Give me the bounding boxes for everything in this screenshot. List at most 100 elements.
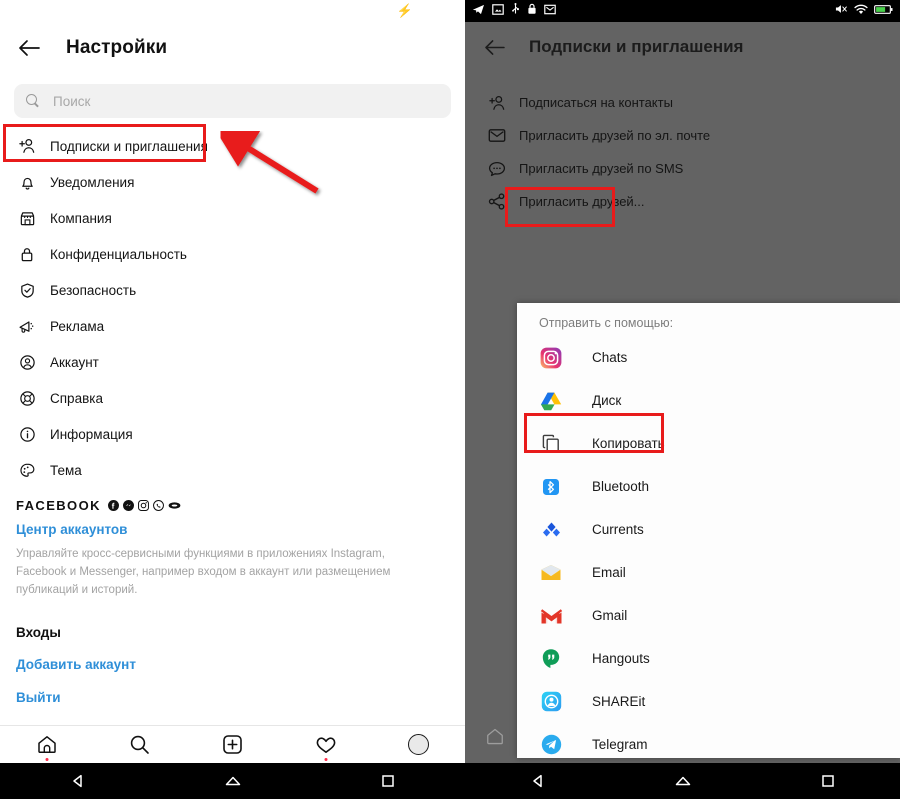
sidebar-item-help[interactable]: Справка: [0, 380, 465, 416]
menu-item-invite-friends-share[interactable]: Пригласить друзей...: [465, 185, 900, 218]
menu-item-label: Пригласить друзей по эл. почте: [519, 128, 711, 143]
share-icon: [487, 192, 507, 212]
heart-badge-dot: [324, 757, 327, 761]
screenshot-root: ⚡ Настройки Поиск Подписки и приглашения: [0, 0, 900, 799]
home-icon-behind-sheet: [485, 727, 505, 751]
share-target-email[interactable]: Email: [517, 551, 900, 594]
lightning-bolt-icon: ⚡: [396, 3, 413, 18]
search-icon[interactable]: [123, 730, 157, 760]
storefront-icon: [16, 207, 38, 229]
usb-icon: [511, 2, 520, 20]
sidebar-item-about[interactable]: Информация: [0, 416, 465, 452]
facebook-label: FACEBOOK: [16, 498, 101, 513]
share-target-list: Chats Диск Копировать Bluetooth Currents…: [517, 336, 900, 758]
menu-item-label: Пригласить друзей по SMS: [519, 161, 684, 176]
currents-icon: [539, 518, 563, 542]
page-title: Подписки и приглашения: [529, 37, 744, 56]
add-account-link[interactable]: Добавить аккаунт: [16, 657, 465, 672]
bell-icon: [16, 171, 38, 193]
accounts-center-link[interactable]: Центр аккаунтов: [16, 522, 465, 537]
avatar-icon[interactable]: [402, 730, 436, 760]
right-phone-panel: Подписки и приглашения Подписаться на ко…: [465, 0, 900, 799]
sidebar-item-subscriptions[interactable]: Подписки и приглашения: [0, 128, 465, 164]
share-sheet-dialog: Отправить с помощью: Chats Диск Копирова…: [517, 303, 900, 758]
search-placeholder: Поиск: [53, 93, 91, 109]
google-drive-icon: [539, 389, 563, 413]
info-circle-icon: [16, 423, 38, 445]
recents-square-icon[interactable]: [808, 766, 848, 796]
share-target-label: Bluetooth: [592, 479, 650, 494]
palette-icon: [16, 459, 38, 481]
android-nav-bar-right: [465, 763, 900, 799]
lock-icon: [527, 2, 537, 20]
mute-icon: [835, 2, 848, 20]
portal-icon: [168, 500, 181, 511]
home-triangle-icon[interactable]: [213, 766, 253, 796]
share-target-telegram[interactable]: Telegram: [517, 723, 900, 758]
sidebar-item-notifications[interactable]: Уведомления: [0, 164, 465, 200]
sidebar-item-label: Аккаунт: [50, 354, 99, 370]
search-input[interactable]: Поиск: [14, 84, 451, 118]
facebook-icon: [107, 500, 119, 511]
page-title: Настройки: [66, 37, 168, 58]
share-target-label: Копировать: [592, 436, 665, 451]
sidebar-item-label: Тема: [50, 462, 82, 478]
share-target-copy[interactable]: Копировать: [517, 422, 900, 465]
sidebar-item-security[interactable]: Безопасность: [0, 272, 465, 308]
hangouts-icon: [539, 647, 563, 671]
instagram-icon: [137, 500, 149, 511]
account-circle-icon: [16, 351, 38, 373]
sidebar-item-ads[interactable]: Реклама: [0, 308, 465, 344]
heart-icon[interactable]: [309, 730, 343, 761]
share-target-currents[interactable]: Currents: [517, 508, 900, 551]
gmail-icon: [539, 604, 563, 628]
home-badge-dot: [45, 757, 48, 761]
share-sheet-title: Отправить с помощью:: [539, 316, 674, 330]
share-target-bluetooth[interactable]: Bluetooth: [517, 465, 900, 508]
android-nav-bar-left: [0, 763, 465, 799]
home-icon[interactable]: [30, 730, 64, 761]
bluetooth-icon: [539, 475, 563, 499]
menu-item-invite-email[interactable]: Пригласить друзей по эл. почте: [465, 119, 900, 152]
back-arrow-icon[interactable]: [481, 34, 507, 60]
back-triangle-icon[interactable]: [518, 766, 558, 796]
envelope-icon: [487, 126, 507, 146]
menu-item-invite-sms[interactable]: Пригласить друзей по SMS: [465, 152, 900, 185]
share-target-hangouts[interactable]: Hangouts: [517, 637, 900, 680]
sidebar-item-privacy[interactable]: Конфиденциальность: [0, 236, 465, 272]
back-triangle-icon[interactable]: [58, 766, 98, 796]
share-target-drive[interactable]: Диск: [517, 379, 900, 422]
copy-icon: [539, 432, 563, 456]
share-target-label: Telegram: [592, 737, 648, 752]
messenger-icon: [122, 500, 134, 511]
menu-item-follow-contacts[interactable]: Подписаться на контакты: [465, 86, 900, 119]
right-status-bar: [465, 0, 900, 22]
share-target-chats[interactable]: Chats: [517, 336, 900, 379]
left-app-header: Настройки: [0, 22, 465, 74]
sidebar-item-account[interactable]: Аккаунт: [0, 344, 465, 380]
add-person-icon: [16, 135, 38, 157]
left-status-bar: ⚡: [0, 0, 465, 22]
logout-link[interactable]: Выйти: [16, 690, 465, 705]
share-target-label: Chats: [592, 350, 628, 365]
share-target-label: Диск: [592, 393, 622, 408]
share-target-label: Gmail: [592, 608, 628, 623]
share-target-label: Email: [592, 565, 626, 580]
lock-icon: [16, 243, 38, 265]
sidebar-item-label: Подписки и приглашения: [50, 138, 208, 154]
back-arrow-icon[interactable]: [14, 33, 44, 63]
instagram-bottom-nav: [0, 725, 465, 763]
sidebar-item-business[interactable]: Компания: [0, 200, 465, 236]
home-triangle-icon[interactable]: [663, 766, 703, 796]
add-square-icon[interactable]: [216, 730, 250, 760]
recents-square-icon[interactable]: [368, 766, 408, 796]
facebook-section-header: FACEBOOK: [16, 498, 465, 513]
sidebar-item-label: Конфиденциальность: [50, 246, 187, 262]
sidebar-item-theme[interactable]: Тема: [0, 452, 465, 488]
shield-check-icon: [16, 279, 38, 301]
wifi-icon: [854, 2, 868, 20]
share-target-gmail[interactable]: Gmail: [517, 594, 900, 637]
shareit-icon: [539, 690, 563, 714]
share-target-shareit[interactable]: SHAREit: [517, 680, 900, 723]
sidebar-item-label: Компания: [50, 210, 112, 226]
